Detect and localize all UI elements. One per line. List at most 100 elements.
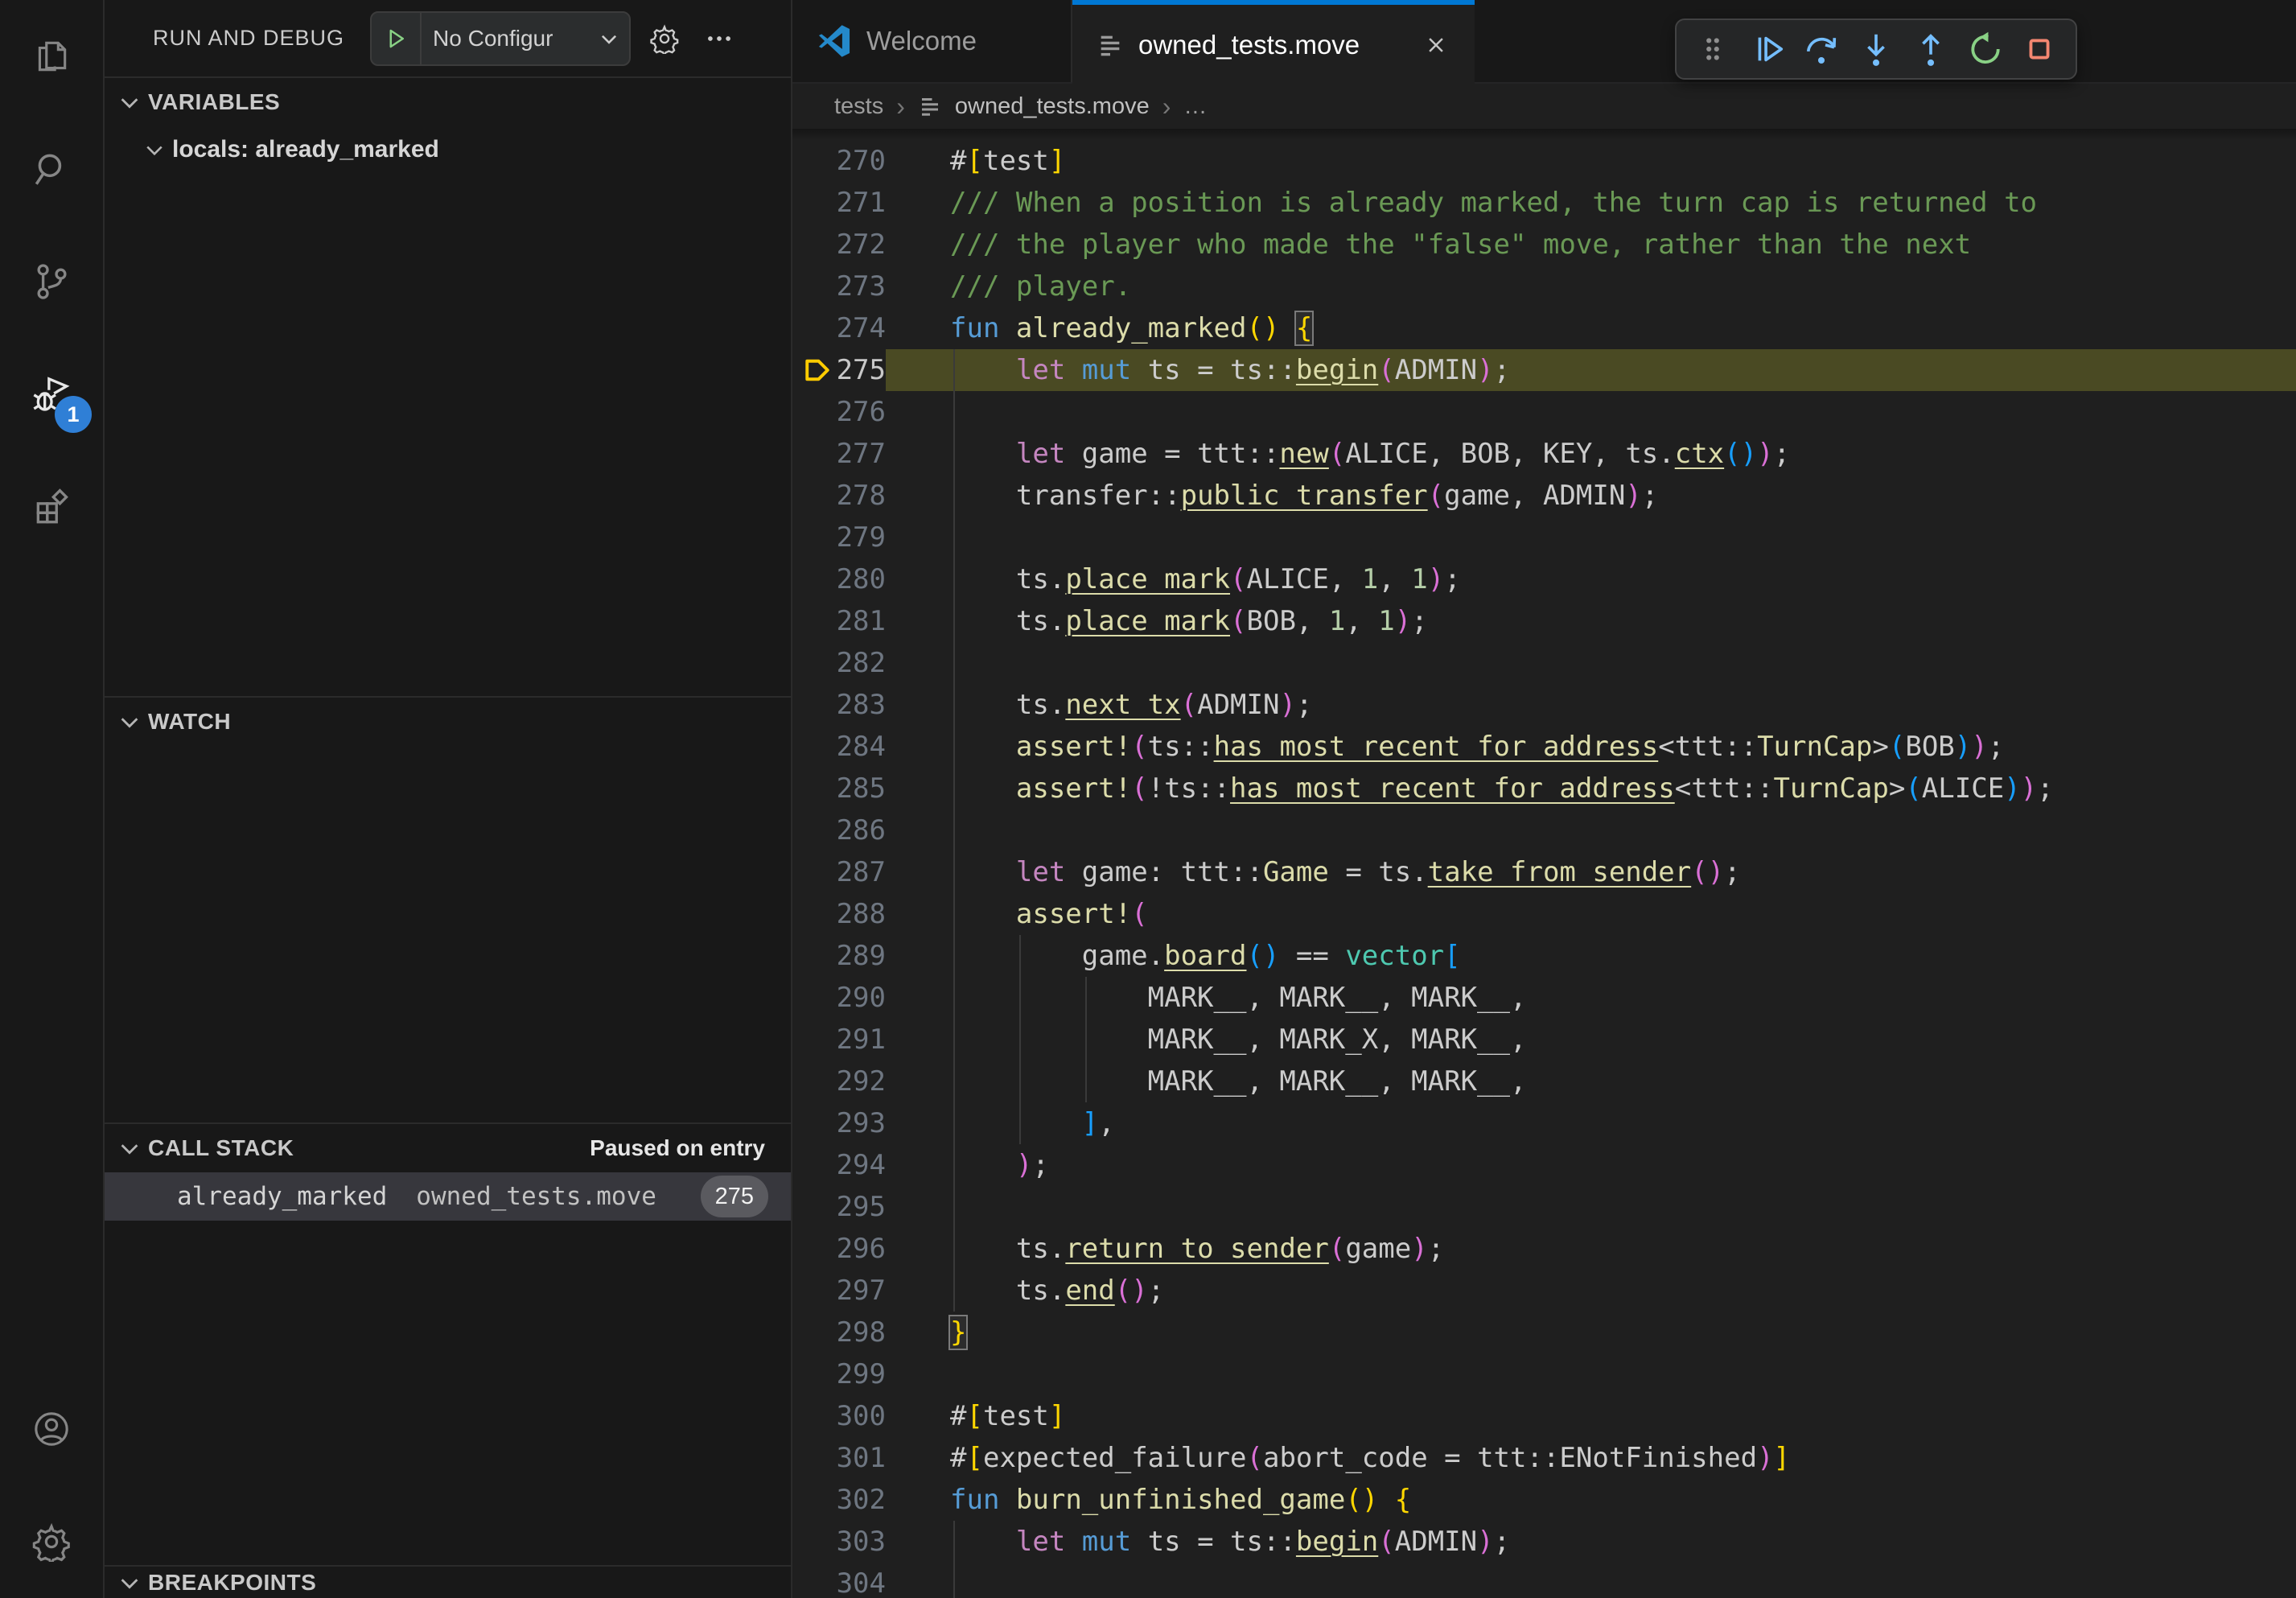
code-line: 281 ts.place_mark(BOB, 1, 1);: [792, 600, 2296, 642]
step-over-icon[interactable]: [1798, 26, 1845, 72]
line-number[interactable]: 291: [792, 1019, 886, 1061]
line-number[interactable]: 282: [792, 642, 886, 684]
code-line: 284 assert!(ts::has_most_recent_for_addr…: [792, 726, 2296, 768]
line-number[interactable]: 298: [792, 1312, 886, 1353]
variables-section-header[interactable]: VARIABLES: [105, 78, 791, 126]
line-number[interactable]: 287: [792, 851, 886, 893]
code-line: 291 MARK__, MARK_X, MARK__,: [792, 1019, 2296, 1061]
breadcrumb-separator: ›: [896, 92, 905, 121]
step-into-icon[interactable]: [1853, 26, 1899, 72]
line-number[interactable]: 285: [792, 768, 886, 809]
line-content: [886, 642, 2296, 684]
line-number[interactable]: 270: [792, 140, 886, 182]
watch-section-header[interactable]: WATCH: [105, 698, 791, 746]
move-file-icon: [918, 94, 942, 118]
line-number[interactable]: 294: [792, 1144, 886, 1186]
chevron-down-icon: [597, 28, 629, 49]
search-icon[interactable]: [0, 113, 103, 225]
line-number[interactable]: 279: [792, 517, 886, 558]
locals-scope-row[interactable]: locals: already_marked: [105, 126, 791, 173]
line-number[interactable]: 288: [792, 893, 886, 935]
line-content: /// When a position is already marked, t…: [886, 182, 2296, 224]
line-number[interactable]: 290: [792, 977, 886, 1019]
extensions-icon[interactable]: [0, 451, 103, 563]
line-number[interactable]: 278: [792, 475, 886, 517]
line-number[interactable]: 304: [792, 1563, 886, 1598]
line-number[interactable]: 274: [792, 307, 886, 349]
start-debug-icon[interactable]: [372, 13, 422, 64]
restart-icon[interactable]: [1962, 26, 2009, 72]
step-out-icon[interactable]: [1907, 26, 1954, 72]
line-number[interactable]: 292: [792, 1061, 886, 1102]
stack-frame-row[interactable]: already_marked owned_tests.move 275: [105, 1172, 791, 1221]
line-content: game.board() == vector[: [886, 935, 2296, 977]
breakpoints-section-header[interactable]: BREAKPOINTS: [105, 1567, 791, 1598]
line-number[interactable]: 293: [792, 1102, 886, 1144]
debug-config-dropdown[interactable]: No Configur: [370, 11, 631, 66]
source-control-icon[interactable]: [0, 225, 103, 338]
line-content: MARK__, MARK_X, MARK__,: [886, 1019, 2296, 1061]
line-number[interactable]: 296: [792, 1228, 886, 1270]
line-content: assert!(!ts::has_most_recent_for_address…: [886, 768, 2296, 809]
explorer-icon[interactable]: [0, 0, 103, 113]
run-and-debug-icon[interactable]: 1: [0, 338, 103, 451]
code-line: 274fun already_marked() {: [792, 307, 2296, 349]
chevron-down-icon: [117, 1136, 142, 1160]
line-number[interactable]: 303: [792, 1521, 886, 1563]
line-number[interactable]: 272: [792, 224, 886, 266]
toolbar-gripper-icon[interactable]: [1689, 26, 1736, 72]
more-actions-icon[interactable]: [698, 18, 740, 60]
code-line: 298}: [792, 1312, 2296, 1353]
line-number[interactable]: 286: [792, 809, 886, 851]
line-number[interactable]: 301: [792, 1437, 886, 1479]
line-number[interactable]: 280: [792, 558, 886, 600]
line-number[interactable]: 295: [792, 1186, 886, 1228]
code-line: 279: [792, 517, 2296, 558]
tab-owned-tests[interactable]: owned_tests.move: [1072, 0, 1475, 85]
breadcrumb-item[interactable]: owned_tests.move: [955, 93, 1150, 120]
line-content: [886, 391, 2296, 433]
line-number[interactable]: 283: [792, 684, 886, 726]
line-content: MARK__, MARK__, MARK__,: [886, 977, 2296, 1019]
paused-status: Paused on entry: [590, 1135, 765, 1161]
line-number[interactable]: 281: [792, 600, 886, 642]
line-number[interactable]: 277: [792, 433, 886, 475]
stop-icon[interactable]: [2016, 26, 2063, 72]
line-number[interactable]: 276: [792, 391, 886, 433]
tab-welcome[interactable]: Welcome: [792, 0, 1072, 82]
continue-icon[interactable]: [1744, 26, 1791, 72]
line-number[interactable]: 300: [792, 1395, 886, 1437]
code-editor[interactable]: 270#[test]271/// When a position is alre…: [792, 129, 2296, 1598]
variables-label: VARIABLES: [148, 89, 280, 115]
chevron-down-icon: [117, 710, 142, 734]
breadcrumb[interactable]: tests›owned_tests.move›…: [792, 84, 2296, 129]
settings-gear-icon[interactable]: [0, 1485, 103, 1598]
line-content: ts.place_mark(BOB, 1, 1);: [886, 600, 2296, 642]
call-stack-section-header[interactable]: CALL STACK Paused on entry: [105, 1124, 791, 1172]
line-number[interactable]: 289: [792, 935, 886, 977]
line-content: fun already_marked() {: [886, 307, 2296, 349]
breadcrumb-item[interactable]: …: [1183, 93, 1207, 120]
breadcrumb-item[interactable]: tests: [834, 93, 883, 120]
debug-current-line-marker-icon: [803, 356, 832, 385]
editor-group: Welcome owned_tests.move tests › owned_tes…: [792, 0, 2296, 1598]
line-number[interactable]: 302: [792, 1479, 886, 1521]
line-number[interactable]: 297: [792, 1270, 886, 1312]
line-content: assert!(: [886, 893, 2296, 935]
account-icon[interactable]: [0, 1373, 103, 1485]
line-number[interactable]: 273: [792, 266, 886, 307]
line-number[interactable]: 299: [792, 1353, 886, 1395]
code-line: 272/// the player who made the "false" m…: [792, 224, 2296, 266]
indent-guide: [1085, 977, 1087, 1102]
line-content: ts.place_mark(ALICE, 1, 1);: [886, 558, 2296, 600]
line-number[interactable]: 271: [792, 182, 886, 224]
run-and-debug-sidebar: RUN AND DEBUG No Configur: [105, 0, 792, 1598]
code-line: 270#[test]: [792, 140, 2296, 182]
debug-settings-gear-icon[interactable]: [644, 18, 685, 60]
code-line: 296 ts.return_to_sender(game);: [792, 1228, 2296, 1270]
watch-label: WATCH: [148, 709, 231, 735]
line-number[interactable]: 284: [792, 726, 886, 768]
close-icon[interactable]: [1422, 31, 1450, 60]
code-line: 290 MARK__, MARK__, MARK__,: [792, 977, 2296, 1019]
indent-guide: [953, 1521, 955, 1598]
